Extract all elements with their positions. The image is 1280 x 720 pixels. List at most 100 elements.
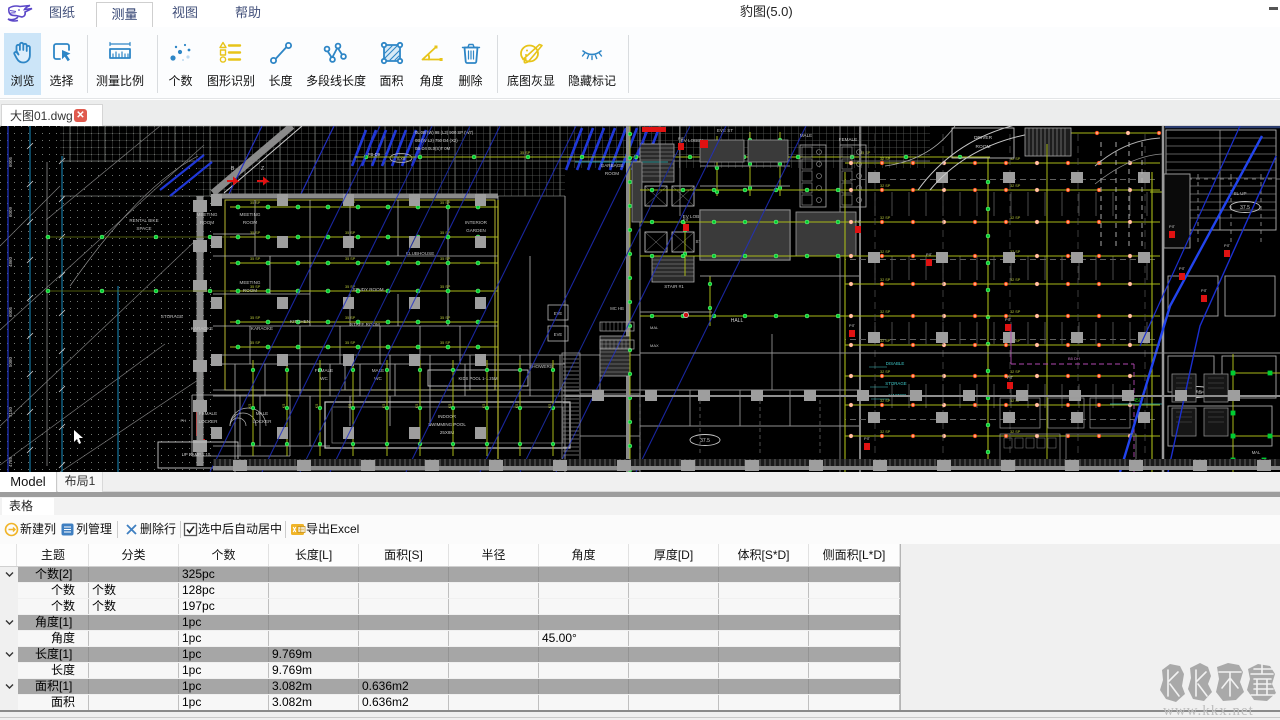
svg-text:35 SP: 35 SP — [440, 285, 451, 289]
svg-text:35 SP: 35 SP — [440, 231, 451, 235]
svg-text:LOCKER: LOCKER — [253, 419, 273, 424]
svg-text:MAX: MAX — [650, 343, 659, 348]
svg-text:35 SP: 35 SP — [440, 257, 451, 261]
svg-text:STAFF ROOM: STAFF ROOM — [350, 322, 380, 327]
svg-text:35 SP: 35 SP — [250, 231, 261, 235]
svg-text:INDOOR: INDOOR — [438, 414, 457, 419]
svg-text:32 SP: 32 SP — [880, 430, 891, 434]
svg-text:K5: K5 — [348, 404, 352, 408]
svg-text:25X8M: 25X8M — [440, 430, 455, 435]
svg-text:32 SP: 32 SP — [880, 278, 891, 282]
svg-text:STUDY ROOM: STUDY ROOM — [352, 287, 383, 292]
svg-text:SPACE: SPACE — [136, 226, 151, 231]
svg-text:PIT: PIT — [849, 324, 856, 328]
svg-text:32 SP: 32 SP — [880, 399, 891, 403]
svg-text:PIT: PIT — [678, 137, 685, 141]
svg-text:35 SP: 35 SP — [520, 151, 531, 155]
svg-text:MEETING: MEETING — [240, 212, 261, 217]
svg-text:FEMALE: FEMALE — [315, 368, 333, 373]
svg-text:32 SP: 32 SP — [880, 184, 891, 188]
svg-text:35 SP: 35 SP — [440, 201, 451, 205]
svg-text:CLUBHOUSE: CLUBHOUSE — [406, 251, 435, 256]
svg-text:PIT: PIT — [855, 220, 862, 224]
svg-text:B5 DH: B5 DH — [1068, 356, 1080, 361]
svg-text:7150: 7150 — [8, 406, 13, 417]
svg-text:K5: K5 — [382, 404, 386, 408]
svg-text:MAL: MAL — [1252, 450, 1261, 455]
svg-text:KIDS POOL 1-1.25M: KIDS POOL 1-1.25M — [459, 376, 498, 381]
svg-text:MALE: MALE — [256, 411, 269, 416]
svg-text:PIT: PIT — [1201, 289, 1208, 293]
svg-text:FEMALE: FEMALE — [839, 137, 857, 142]
svg-text:MAL: MAL — [650, 325, 659, 330]
svg-text:STORAGE: STORAGE — [885, 381, 906, 386]
svg-text:K5: K5 — [515, 404, 519, 408]
svg-text:32 SP: 32 SP — [880, 216, 891, 220]
svg-text:35 SP: 35 SP — [250, 316, 261, 320]
svg-text:0-X0: 0-X0 — [397, 157, 405, 161]
svg-text:32 SP: 32 SP — [1010, 310, 1021, 314]
svg-text:STAIR #1: STAIR #1 — [664, 284, 684, 289]
svg-text:GARDEN: GARDEN — [466, 228, 486, 233]
svg-text:K5: K5 — [282, 404, 286, 408]
svg-text:DISABLE: DISABLE — [886, 361, 905, 366]
svg-text:5080: 5080 — [8, 356, 13, 367]
svg-text:DRIVER: DRIVER — [974, 135, 993, 141]
svg-text:MALE: MALE — [372, 368, 385, 373]
svg-text:PIT: PIT — [926, 253, 933, 257]
svg-text:4785: 4785 — [8, 456, 13, 467]
svg-text:PIT: PIT — [1224, 244, 1231, 248]
svg-text:Z: Z — [261, 166, 264, 172]
svg-text:35 SP: 35 SP — [345, 257, 356, 261]
svg-text:ROOM: ROOM — [605, 171, 619, 176]
svg-text:ROOM: ROOM — [200, 220, 214, 225]
svg-text:32 SP: 32 SP — [880, 250, 891, 254]
svg-text:6005: 6005 — [8, 156, 13, 167]
svg-text:MEETING: MEETING — [197, 212, 218, 217]
svg-text:35 SP: 35 SP — [345, 341, 356, 345]
svg-text:35 SP: 35 SP — [440, 316, 451, 320]
svg-text:MEETING: MEETING — [240, 280, 261, 285]
svg-text:32 SP: 32 SP — [1010, 370, 1021, 374]
svg-text:32 SP: 32 SP — [880, 370, 891, 374]
svg-text:ROOM: ROOM — [243, 220, 257, 225]
svg-text:0L 0B (W) 98 (L3) 900 SP (W7): 0L 0B (W) 98 (L3) 900 SP (W7) — [415, 130, 474, 135]
svg-text:INTERIOR: INTERIOR — [465, 220, 488, 225]
svg-text:35 SP: 35 SP — [440, 341, 451, 345]
svg-text:35 SP: 35 SP — [250, 341, 261, 345]
svg-text:K5: K5 — [315, 404, 319, 408]
svg-text:PIT: PIT — [1005, 318, 1012, 322]
svg-text:KARAOKE: KARAOKE — [191, 326, 213, 331]
svg-text:0B (W L2) 750 D4 (X2): 0B (W L2) 750 D4 (X2) — [415, 138, 458, 143]
svg-text:PH: PH — [180, 418, 186, 423]
svg-text:4860: 4860 — [8, 256, 13, 267]
svg-text:K5: K5 — [415, 404, 419, 408]
svg-text:35 SP: 35 SP — [345, 316, 356, 320]
svg-text:K5: K5 — [248, 404, 252, 408]
svg-text:32 SP: 32 SP — [1010, 184, 1021, 188]
svg-text:37.5: 37.5 — [1240, 205, 1250, 211]
svg-text:35 SP: 35 SP — [345, 231, 356, 235]
svg-text:SL UP: SL UP — [1233, 191, 1246, 196]
svg-text:HALL: HALL — [731, 318, 744, 324]
svg-text:EVE: EVE — [554, 332, 563, 337]
svg-text:35 SP: 35 SP — [250, 257, 261, 261]
svg-text:32 SP: 32 SP — [880, 157, 891, 161]
svg-text:PIT: PIT — [864, 437, 871, 441]
svg-text:KITCHEN: KITCHEN — [290, 319, 310, 324]
svg-text:ROOM: ROOM — [243, 288, 257, 293]
svg-text:PIT: PIT — [1169, 225, 1176, 229]
svg-text:WC: WC — [320, 376, 328, 381]
svg-text:MC HB: MC HB — [610, 306, 624, 311]
svg-text:32 SP: 32 SP — [880, 339, 891, 343]
svg-text:PIT: PIT — [683, 218, 690, 222]
svg-text:32 SP: 32 SP — [1010, 278, 1021, 282]
svg-text:STORAGE: STORAGE — [161, 314, 183, 319]
svg-text:6005: 6005 — [8, 306, 13, 317]
svg-text:FEMALE: FEMALE — [199, 411, 217, 416]
svg-text:PIT: PIT — [1007, 376, 1014, 380]
svg-text:ROOM: ROOM — [976, 144, 991, 150]
svg-text:35 SP: 35 SP — [250, 201, 261, 205]
svg-text:PIT: PIT — [1179, 267, 1186, 271]
svg-text:GARBAGE: GARBAGE — [601, 163, 624, 168]
